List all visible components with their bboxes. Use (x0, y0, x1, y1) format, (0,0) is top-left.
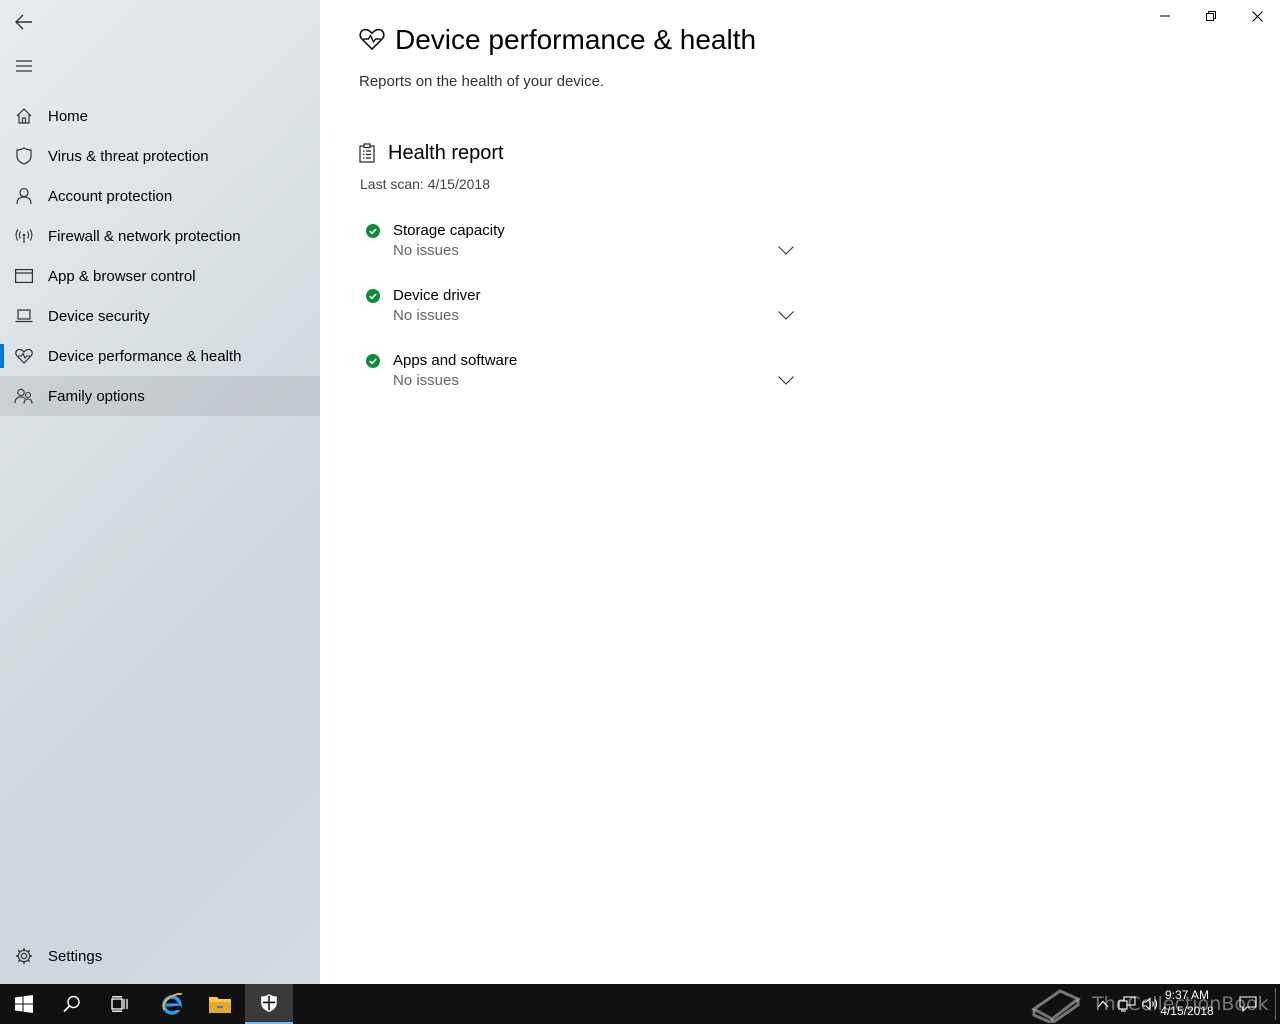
sidebar-item-firewall-network-protection[interactable]: Firewall & network protection (0, 216, 320, 256)
task-view-icon (111, 996, 128, 1012)
show-desktop-button[interactable] (1275, 988, 1276, 1020)
page-title: Device performance & health (395, 24, 757, 55)
book-logo-icon (1031, 989, 1081, 1023)
back-button[interactable] (0, 0, 48, 44)
back-arrow-icon (15, 14, 32, 30)
sidebar-item-app-browser-control[interactable]: App & browser control (0, 256, 320, 296)
family-icon (14, 388, 33, 404)
chevron-down-icon[interactable] (778, 376, 794, 385)
windows-logo-icon (15, 995, 33, 1013)
clock[interactable]: 9:37 AM 4/15/2018 (1152, 987, 1222, 1019)
check-circle-icon (366, 224, 380, 238)
shield-icon (16, 147, 32, 165)
network-icon (1118, 996, 1136, 1012)
restore-icon (1206, 11, 1216, 21)
report-item-status: No issues (393, 372, 459, 389)
main-content: Device performance & health Reports on t… (320, 0, 1280, 984)
task-view-button[interactable] (96, 984, 144, 1024)
navigation-pane: Home Virus & threat protection Account p… (0, 0, 320, 984)
health-report-title: Health report (388, 142, 504, 164)
report-item-storage-capacity[interactable]: Storage capacity No issues (360, 220, 800, 276)
heart-pulse-icon (359, 28, 385, 51)
clock-time: 9:37 AM (1164, 988, 1210, 1002)
check-circle-icon (366, 354, 380, 368)
network-tray-button[interactable] (1115, 984, 1139, 1024)
home-icon (16, 108, 32, 124)
chevron-up-icon (1097, 1000, 1109, 1008)
sidebar-item-home[interactable]: Home (0, 96, 320, 136)
sidebar-item-label: Virus & threat protection (48, 147, 209, 165)
clipboard-report-icon (359, 143, 375, 163)
report-item-device-driver[interactable]: Device driver No issues (360, 285, 800, 341)
minimize-button[interactable] (1142, 0, 1188, 32)
check-circle-icon (366, 289, 380, 303)
heart-pulse-icon (15, 348, 33, 364)
clock-date: 4/15/2018 (1160, 1004, 1214, 1018)
report-item-title: Apps and software (393, 352, 518, 369)
file-explorer-button[interactable] (196, 984, 244, 1024)
sidebar-item-label: Firewall & network protection (48, 227, 241, 245)
close-icon (1251, 10, 1263, 22)
report-item-title: Device driver (393, 287, 481, 304)
action-center-button[interactable] (1236, 984, 1260, 1024)
sidebar-item-virus-threat-protection[interactable]: Virus & threat protection (0, 136, 320, 176)
search-icon (63, 995, 80, 1013)
sidebar-item-settings[interactable]: Settings (0, 936, 320, 976)
report-item-status: No issues (393, 307, 459, 324)
laptop-icon (15, 309, 33, 323)
show-hidden-icons-button[interactable] (1091, 984, 1115, 1024)
minimize-icon (1160, 15, 1170, 17)
taskbar: TheCollectionBook 9:37 AM 4/15/2018 (0, 984, 1280, 1024)
report-item-apps-and-software[interactable]: Apps and software No issues (360, 350, 800, 406)
last-scan-text: Last scan: 4/15/2018 (360, 176, 490, 192)
sidebar-item-label: Family options (48, 387, 145, 405)
close-button[interactable] (1234, 0, 1280, 32)
windows-defender-taskbar-button[interactable] (245, 984, 293, 1024)
gear-icon (16, 948, 32, 964)
report-item-title: Storage capacity (393, 222, 505, 239)
hamburger-icon (16, 60, 32, 72)
folder-icon (209, 997, 231, 1013)
sidebar-item-label: Device security (48, 307, 150, 325)
internet-explorer-icon (162, 992, 183, 1015)
sidebar-item-label: Home (48, 107, 89, 125)
sidebar-item-device-performance-health[interactable]: Device performance & health (0, 336, 320, 376)
internet-explorer-button[interactable] (148, 984, 196, 1024)
settings-label: Settings (48, 947, 103, 965)
restore-button[interactable] (1188, 0, 1234, 32)
sidebar-item-family-options[interactable]: Family options (0, 376, 320, 416)
shield-icon (261, 994, 277, 1012)
start-button[interactable] (0, 984, 48, 1024)
sidebar-item-label: Device performance & health (48, 347, 242, 365)
chevron-down-icon[interactable] (778, 246, 794, 255)
chevron-down-icon[interactable] (778, 311, 794, 320)
sidebar-item-account-protection[interactable]: Account protection (0, 176, 320, 216)
search-button[interactable] (48, 984, 96, 1024)
sidebar-item-label: App & browser control (48, 267, 196, 285)
sidebar-item-label: Account protection (48, 187, 173, 205)
sidebar-item-device-security[interactable]: Device security (0, 296, 320, 336)
browser-window-icon (15, 269, 33, 283)
wireless-icon (15, 229, 33, 243)
person-icon (16, 187, 32, 205)
report-item-status: No issues (393, 242, 459, 259)
hamburger-menu-button[interactable] (0, 44, 48, 88)
page-subtitle: Reports on the health of your device. (359, 73, 605, 90)
notification-icon (1239, 996, 1257, 1012)
